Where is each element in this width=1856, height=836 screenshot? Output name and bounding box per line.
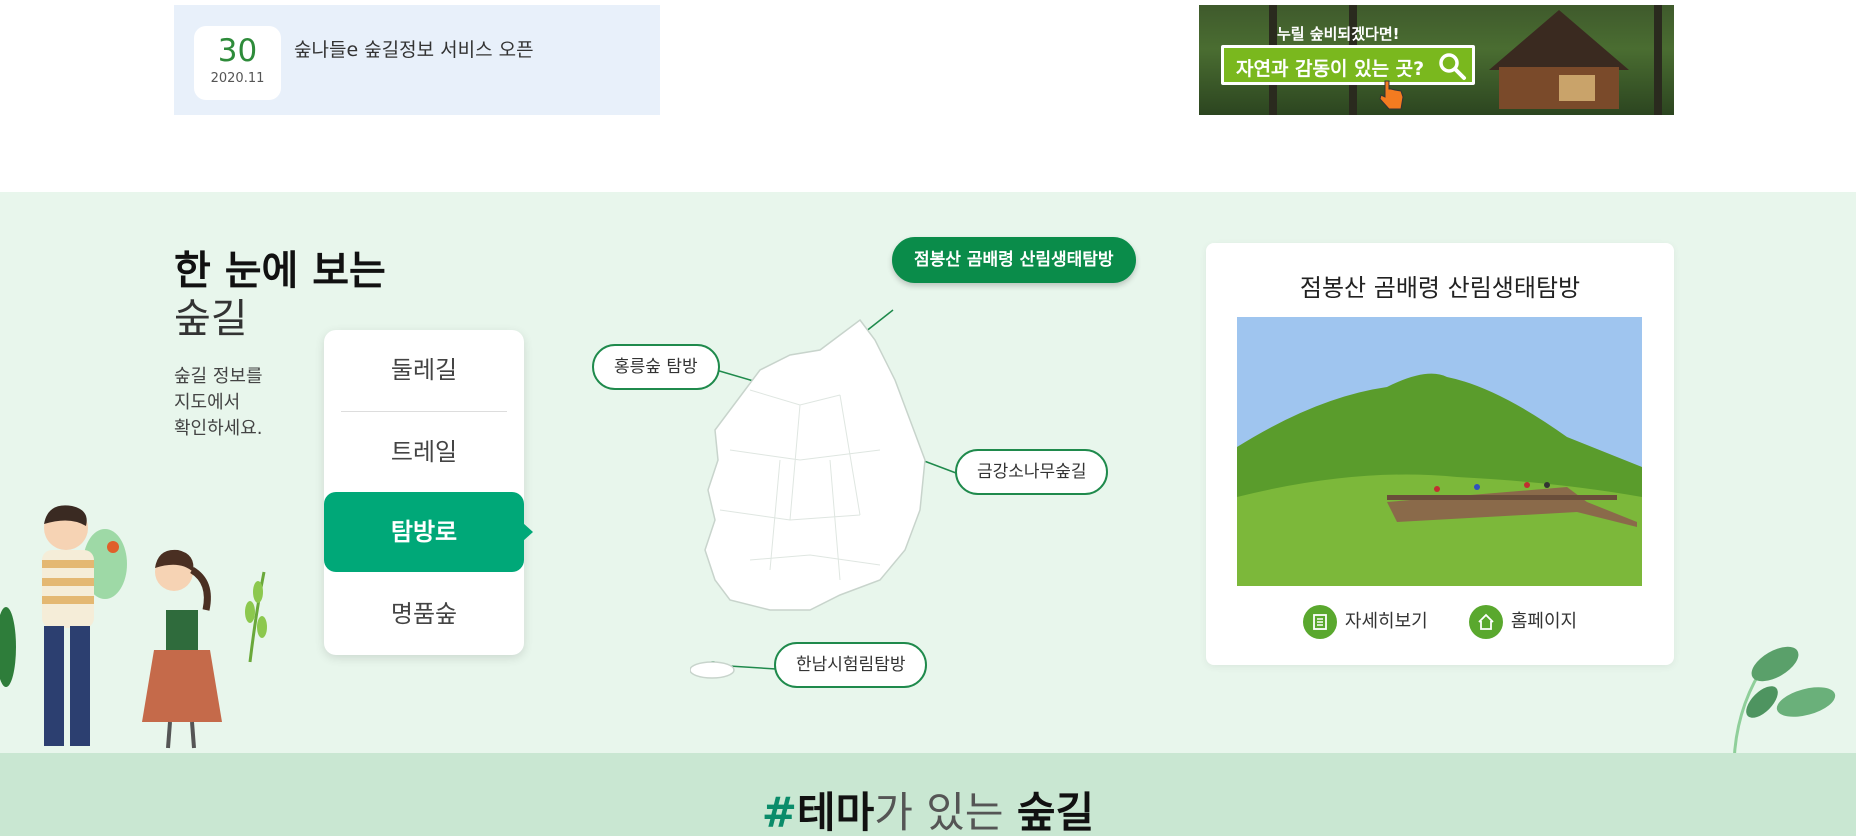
tab-tambangro[interactable]: 탐방로 — [324, 492, 533, 572]
home-icon — [1468, 605, 1503, 639]
hikers-illustration — [0, 505, 267, 749]
search-icon — [1436, 50, 1468, 82]
leaf-illustration — [1732, 646, 1836, 762]
notice-date-card: 30 2020.11 — [194, 26, 281, 100]
notice-day: 30 — [217, 33, 258, 69]
theme-heading: #테마가 있는 숲길 — [0, 789, 1856, 836]
cabin-roof — [1489, 10, 1629, 70]
forest-path-tabs: 둘레길 트레일 탐방로 명품숲 — [324, 330, 533, 655]
map-heading: 한 눈에 보는 숲길 — [174, 247, 386, 343]
homepage-link[interactable]: 홈페이지 — [1468, 605, 1578, 639]
tab-active-arrow — [523, 523, 533, 541]
card-links: 자세히보기 홈페이지 — [1206, 605, 1674, 639]
notice-item[interactable]: 30 2020.11 숲나들e 숲길정보 서비스 오픈 — [174, 5, 660, 115]
map-description-line: 숲길 정보를 — [174, 366, 263, 387]
trail-photo — [1237, 317, 1642, 586]
theme-section: #테마가 있는 숲길 — [0, 753, 1856, 836]
detail-link[interactable]: 자세히보기 — [1302, 605, 1428, 639]
map-heading-strong: 한 눈에 보는 — [174, 248, 386, 294]
forest-banner[interactable]: 누릴 숲비되겠다면! 자연과 감동이 있는 곳? — [1199, 5, 1674, 115]
pin-hongneung[interactable]: 홍릉숲 탐방 — [592, 344, 720, 390]
korea-map[interactable] — [690, 310, 940, 680]
pin-hannam[interactable]: 한남시험림탐방 — [774, 642, 928, 688]
detail-link-label: 자세히보기 — [1344, 611, 1428, 632]
hand-pointer-icon — [1379, 80, 1404, 110]
map-description: 숲길 정보를 지도에서 확인하세요. — [174, 364, 294, 442]
trail-info-card: 점봉산 곰배령 산림생태탐방 자세히보기 홈페이지 — [1206, 243, 1674, 665]
cabin-window — [1559, 75, 1595, 101]
card-title: 점봉산 곰배령 산림생태탐방 — [1299, 274, 1581, 302]
homepage-link-label: 홈페이지 — [1510, 611, 1578, 632]
tab-trail[interactable]: 트레일 — [324, 412, 524, 492]
notice-title[interactable]: 숲나들e 숲길정보 서비스 오픈 — [294, 35, 534, 62]
banner-small-text: 누릴 숲비되겠다면! — [1277, 25, 1400, 43]
map-description-line: 지도에서 — [174, 392, 241, 413]
pin-jeombongsan[interactable]: 점봉산 곰배령 산림생태탐방 — [892, 237, 1136, 283]
document-icon — [1302, 605, 1337, 639]
theme-hash: # — [761, 788, 797, 836]
map-section: 한 눈에 보는 숲길 숲길 정보를 지도에서 확인하세요. 둘레길 트레일 탐방… — [0, 192, 1856, 762]
theme-connector: 가 있는 — [874, 788, 1017, 836]
banner-search-box: 자연과 감동이 있는 곳? — [1221, 45, 1475, 85]
page: { "notice": { "day": "30", "year_month":… — [0, 0, 1856, 836]
tab-tambangro-label: 탐방로 — [390, 518, 458, 546]
tab-dulle[interactable]: 둘레길 — [324, 330, 524, 410]
pin-geumgang-pine[interactable]: 금강소나무숲길 — [955, 449, 1109, 495]
tree-trunk — [1654, 5, 1662, 115]
theme-forest-path: 숲길 — [1016, 788, 1095, 836]
notice-year-month: 2020.11 — [210, 71, 265, 86]
tab-myeongpum[interactable]: 명품숲 — [324, 574, 524, 654]
theme-word: 테마 — [797, 788, 875, 836]
map-description-line: 확인하세요. — [174, 418, 263, 439]
